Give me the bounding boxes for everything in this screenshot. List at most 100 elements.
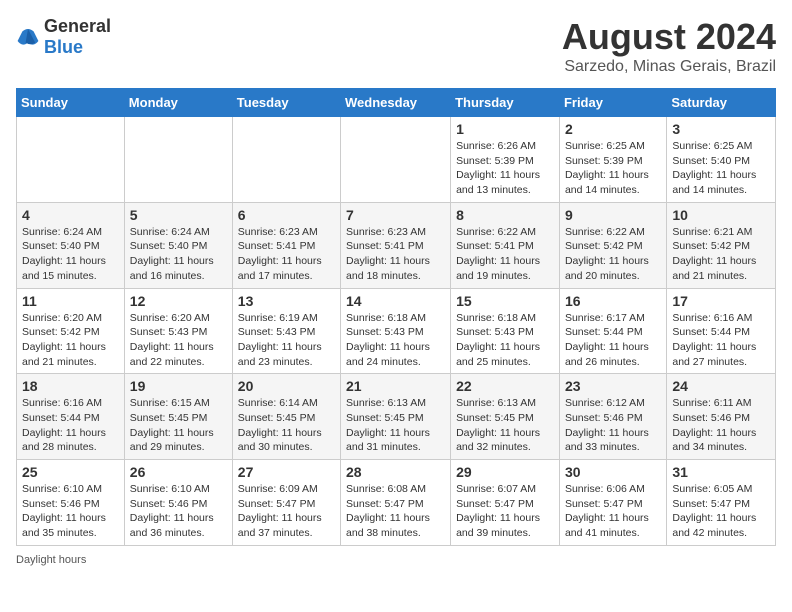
day-number: 16	[565, 293, 661, 309]
week-row-1: 1 Sunrise: 6:26 AM Sunset: 5:39 PM Daylig…	[17, 117, 776, 203]
calendar-table: SundayMondayTuesdayWednesdayThursdayFrid…	[16, 88, 776, 546]
day-number: 3	[672, 121, 770, 137]
day-cell-9: 6Sunrise: 6:23 AM Sunset: 5:41 PM Daylig…	[232, 202, 340, 288]
day-info: Sunrise: 6:25 AM Sunset: 5:39 PM Dayligh…	[565, 139, 661, 198]
day-number: 22	[456, 378, 554, 394]
day-number: 14	[346, 293, 445, 309]
header: General Blue August 2024 Sarzedo, Minas …	[16, 16, 776, 76]
day-number: 31	[672, 464, 770, 480]
day-info: Sunrise: 6:22 AM Sunset: 5:41 PM Dayligh…	[456, 225, 554, 284]
title-area: August 2024 Sarzedo, Minas Gerais, Brazi…	[562, 16, 776, 76]
day-cell-8: 5 Sunrise: 6:24 AM Sunset: 5:40 PM Daylig…	[124, 202, 232, 288]
day-info: Sunrise: 6:08 AM Sunset: 5:47 PM Dayligh…	[346, 482, 445, 541]
day-cell-14: 11Sunrise: 6:20 AM Sunset: 5:42 PM Dayli…	[17, 288, 125, 374]
day-info: Sunrise: 6:22 AM Sunset: 5:42 PM Dayligh…	[565, 225, 661, 284]
day-info: Sunrise: 6:11 AM Sunset: 5:46 PM Dayligh…	[672, 396, 770, 455]
day-info: Sunrise: 6:18 AM Sunset: 5:43 PM Dayligh…	[346, 311, 445, 370]
day-number: 17	[672, 293, 770, 309]
day-cell-30: 27Sunrise: 6:09 AM Sunset: 5:47 PM Dayli…	[232, 460, 340, 546]
day-number: 26	[130, 464, 227, 480]
day-cell-12: 9Sunrise: 6:22 AM Sunset: 5:42 PM Daylig…	[559, 202, 666, 288]
day-cell-21: 18 Sunrise: 6:16 AM Sunset: 5:44 PM Dayli…	[17, 374, 125, 460]
day-info: Sunrise: 6:10 AM Sunset: 5:46 PM Dayligh…	[22, 482, 119, 541]
day-header-monday: Monday	[124, 89, 232, 117]
day-header-friday: Friday	[559, 89, 666, 117]
day-cell-1	[124, 117, 232, 203]
day-number: 23	[565, 378, 661, 394]
day-info: Sunrise: 6:13 AM Sunset: 5:45 PM Dayligh…	[346, 396, 445, 455]
day-cell-13: 10 Sunrise: 6:21 AM Sunset: 5:42 PM Dayli…	[667, 202, 776, 288]
day-number: 13	[238, 293, 335, 309]
day-number: 15	[456, 293, 554, 309]
day-info: Sunrise: 6:13 AM Sunset: 5:45 PM Dayligh…	[456, 396, 554, 455]
day-cell-32: 29Sunrise: 6:07 AM Sunset: 5:47 PM Dayli…	[451, 460, 560, 546]
day-info: Sunrise: 6:25 AM Sunset: 5:40 PM Dayligh…	[672, 139, 770, 198]
day-info: Sunrise: 6:24 AM Sunset: 5:40 PM Dayligh…	[22, 225, 119, 284]
day-cell-18: 15Sunrise: 6:18 AM Sunset: 5:43 PM Dayli…	[451, 288, 560, 374]
day-number: 10	[672, 207, 770, 223]
days-header-row: SundayMondayTuesdayWednesdayThursdayFrid…	[17, 89, 776, 117]
day-cell-3	[341, 117, 451, 203]
month-title: August 2024	[562, 16, 776, 58]
day-info: Sunrise: 6:24 AM Sunset: 5:40 PM Dayligh…	[130, 225, 227, 284]
day-header-sunday: Sunday	[17, 89, 125, 117]
day-cell-29: 26Sunrise: 6:10 AM Sunset: 5:46 PM Dayli…	[124, 460, 232, 546]
day-cell-34: 31 Sunrise: 6:05 AM Sunset: 5:47 PM Dayli…	[667, 460, 776, 546]
logo-text: General Blue	[44, 16, 111, 58]
day-number: 24	[672, 378, 770, 394]
day-info: Sunrise: 6:16 AM Sunset: 5:44 PM Dayligh…	[22, 396, 119, 455]
day-info: Sunrise: 6:23 AM Sunset: 5:41 PM Dayligh…	[238, 225, 335, 284]
day-cell-2	[232, 117, 340, 203]
logo-general: General	[44, 16, 111, 36]
day-cell-33: 30Sunrise: 6:06 AM Sunset: 5:47 PM Dayli…	[559, 460, 666, 546]
day-number: 8	[456, 207, 554, 223]
day-cell-19: 16Sunrise: 6:17 AM Sunset: 5:44 PM Dayli…	[559, 288, 666, 374]
day-number: 1	[456, 121, 554, 137]
day-info: Sunrise: 6:05 AM Sunset: 5:47 PM Dayligh…	[672, 482, 770, 541]
day-number: 7	[346, 207, 445, 223]
logo: General Blue	[16, 16, 111, 58]
day-number: 30	[565, 464, 661, 480]
day-cell-7: 4 Sunrise: 6:24 AM Sunset: 5:40 PM Daylig…	[17, 202, 125, 288]
day-cell-20: 17 Sunrise: 6:16 AM Sunset: 5:44 PM Dayli…	[667, 288, 776, 374]
day-info: Sunrise: 6:09 AM Sunset: 5:47 PM Dayligh…	[238, 482, 335, 541]
day-cell-15: 12 Sunrise: 6:20 AM Sunset: 5:43 PM Dayli…	[124, 288, 232, 374]
day-cell-0	[17, 117, 125, 203]
day-info: Sunrise: 6:14 AM Sunset: 5:45 PM Dayligh…	[238, 396, 335, 455]
day-info: Sunrise: 6:16 AM Sunset: 5:44 PM Dayligh…	[672, 311, 770, 370]
day-header-tuesday: Tuesday	[232, 89, 340, 117]
day-info: Sunrise: 6:12 AM Sunset: 5:46 PM Dayligh…	[565, 396, 661, 455]
day-number: 5	[130, 207, 227, 223]
day-info: Sunrise: 6:20 AM Sunset: 5:43 PM Dayligh…	[130, 311, 227, 370]
logo-blue: Blue	[44, 37, 83, 57]
day-cell-23: 20Sunrise: 6:14 AM Sunset: 5:45 PM Dayli…	[232, 374, 340, 460]
day-number: 4	[22, 207, 119, 223]
week-row-5: 25 Sunrise: 6:10 AM Sunset: 5:46 PM Dayli…	[17, 460, 776, 546]
day-cell-10: 7 Sunrise: 6:23 AM Sunset: 5:41 PM Daylig…	[341, 202, 451, 288]
day-number: 28	[346, 464, 445, 480]
day-cell-16: 13 Sunrise: 6:19 AM Sunset: 5:43 PM Dayli…	[232, 288, 340, 374]
day-info: Sunrise: 6:15 AM Sunset: 5:45 PM Dayligh…	[130, 396, 227, 455]
day-cell-6: 3 Sunrise: 6:25 AM Sunset: 5:40 PM Daylig…	[667, 117, 776, 203]
day-cell-27: 24 Sunrise: 6:11 AM Sunset: 5:46 PM Dayli…	[667, 374, 776, 460]
logo-icon	[16, 25, 40, 49]
footer-note: Daylight hours	[16, 554, 776, 566]
day-number: 12	[130, 293, 227, 309]
day-number: 19	[130, 378, 227, 394]
day-info: Sunrise: 6:21 AM Sunset: 5:42 PM Dayligh…	[672, 225, 770, 284]
day-cell-22: 19 Sunrise: 6:15 AM Sunset: 5:45 PM Dayli…	[124, 374, 232, 460]
day-info: Sunrise: 6:19 AM Sunset: 5:43 PM Dayligh…	[238, 311, 335, 370]
day-header-saturday: Saturday	[667, 89, 776, 117]
day-cell-24: 21 Sunrise: 6:13 AM Sunset: 5:45 PM Dayli…	[341, 374, 451, 460]
week-row-2: 4 Sunrise: 6:24 AM Sunset: 5:40 PM Daylig…	[17, 202, 776, 288]
day-number: 25	[22, 464, 119, 480]
day-header-thursday: Thursday	[451, 89, 560, 117]
day-number: 21	[346, 378, 445, 394]
day-number: 18	[22, 378, 119, 394]
day-number: 2	[565, 121, 661, 137]
day-header-wednesday: Wednesday	[341, 89, 451, 117]
day-info: Sunrise: 6:26 AM Sunset: 5:39 PM Dayligh…	[456, 139, 554, 198]
day-number: 29	[456, 464, 554, 480]
day-cell-26: 23 Sunrise: 6:12 AM Sunset: 5:46 PM Dayli…	[559, 374, 666, 460]
day-info: Sunrise: 6:23 AM Sunset: 5:41 PM Dayligh…	[346, 225, 445, 284]
